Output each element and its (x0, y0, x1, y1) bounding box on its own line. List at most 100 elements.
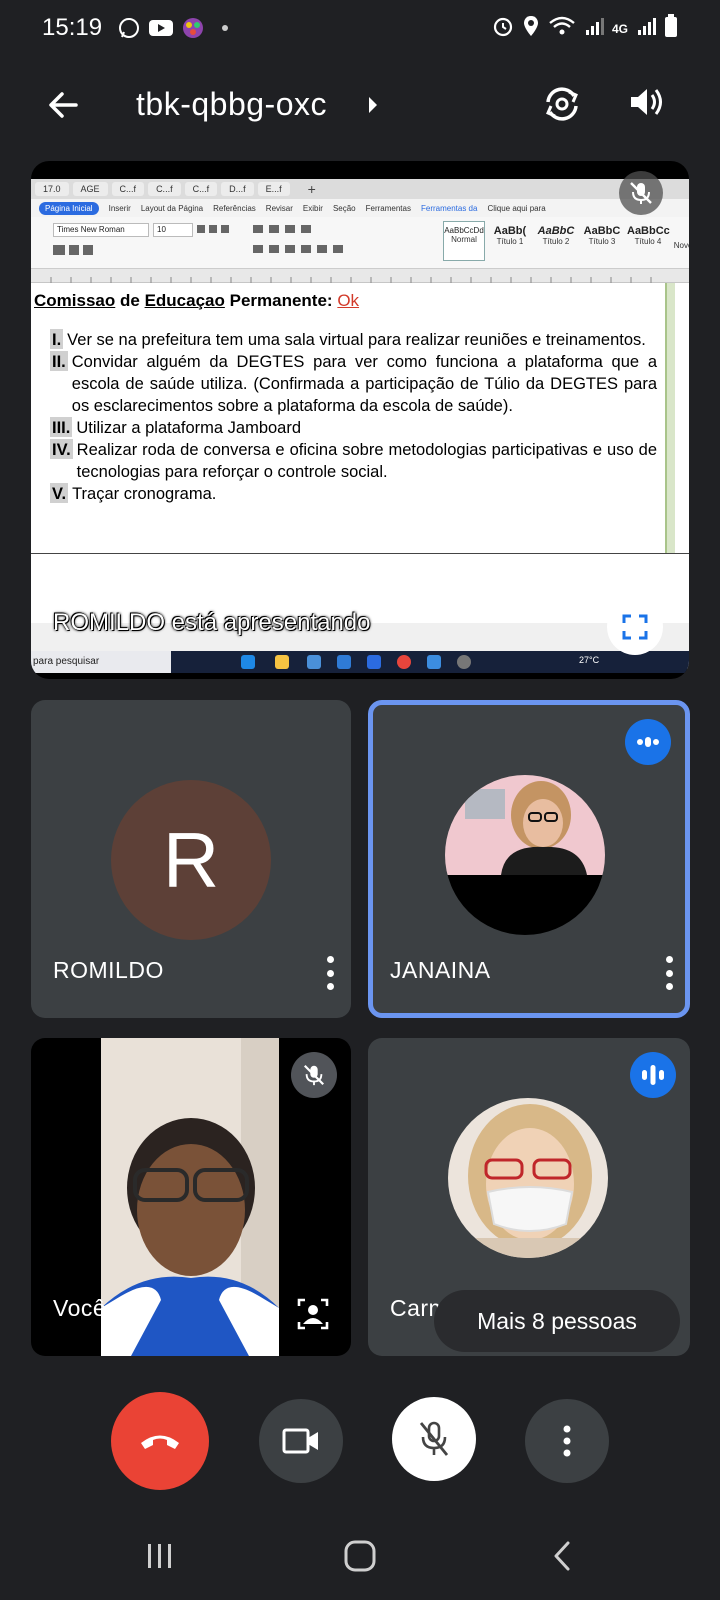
ribbon-tab: Exibir (302, 203, 323, 213)
participant-tile-self[interactable]: Você (31, 1038, 351, 1356)
home-button[interactable] (330, 1528, 390, 1584)
ribbon-tools: Times New Roman 10 AaBbCcDd Normal AaBb(T… (31, 217, 689, 269)
avatar: R (111, 780, 271, 940)
ribbon-tab: Inserir (108, 203, 131, 213)
switch-camera-icon (546, 87, 578, 121)
document-tabs: 17.0 AGE C...f C...f C...f D...f E...f + (31, 179, 689, 199)
chrome-icon (397, 655, 411, 669)
style-item: AaBbC Título 2 (537, 225, 575, 246)
doc-tab: 17.0 (35, 182, 69, 196)
whatsapp-icon (116, 15, 142, 41)
mic-off-icon (419, 1421, 449, 1456)
location-icon (522, 15, 540, 42)
ribbon-menu: Página Inicial Inserir Layout da Página … (31, 199, 689, 217)
status-right-icons: 4G (492, 14, 678, 43)
notification-dot-icon (212, 15, 238, 41)
battery-icon (664, 14, 678, 43)
fullscreen-button[interactable] (607, 599, 663, 655)
mic-off-icon (303, 1064, 325, 1086)
chevron-left-icon (554, 1541, 570, 1571)
hang-up-icon (141, 1435, 179, 1449)
list-item: V. Traçar cronograma. (50, 483, 217, 503)
back-button[interactable] (40, 82, 86, 128)
presenting-label: ROMILDO está apresentando (53, 609, 371, 636)
camera-toggle-button[interactable] (259, 1399, 343, 1483)
self-video (101, 1038, 279, 1356)
presenter-mute-indicator (619, 171, 663, 215)
list-item: I. Ver se na prefeitura tem uma sala virt… (50, 329, 646, 349)
photos-icon (427, 655, 441, 669)
audio-level-icon (642, 1065, 664, 1085)
switch-camera-button[interactable] (540, 82, 588, 130)
ribbon-search: Clique aqui para (487, 203, 546, 213)
more-vert-icon[interactable] (323, 956, 337, 990)
fullscreen-icon (622, 614, 648, 640)
more-vert-icon (563, 1425, 571, 1457)
arrow-left-icon (49, 92, 78, 118)
more-options-button[interactable] (525, 1399, 609, 1483)
store-icon (307, 655, 321, 669)
ribbon-tab: Ferramentas da (420, 203, 478, 213)
chevron-right-icon[interactable] (366, 94, 386, 118)
recent-apps-button[interactable] (130, 1528, 190, 1584)
participant-tile-romildo[interactable]: R ROMILDO (31, 700, 351, 1018)
end-call-button[interactable] (111, 1392, 209, 1490)
ruler (31, 269, 689, 283)
edge-icon (241, 655, 255, 669)
avatar (448, 1098, 608, 1258)
mic-toggle-button[interactable] (392, 1397, 476, 1481)
top-bar: tbk-qbbg-oxc (0, 70, 720, 140)
participant-tile-janaina[interactable]: JANAINA (368, 700, 690, 1018)
doc-tab: D...f (221, 182, 254, 196)
wifi-icon (548, 15, 576, 42)
ribbon-tab: Seção (332, 203, 356, 213)
status-time: 15:19 (42, 14, 103, 41)
audio-level-icon (637, 737, 659, 747)
plus-icon: + (307, 181, 316, 197)
doc-tab: C...f (111, 182, 145, 196)
ribbon-tab: Página Inicial (39, 201, 99, 215)
doc-heading: Comissao de Educaçao Permanente: Ok (34, 291, 360, 310)
word-icon (367, 655, 381, 669)
effects-button[interactable] (291, 1292, 335, 1336)
temperature: 27°C (579, 655, 600, 665)
speaking-indicator (625, 719, 671, 765)
participant-name: ROMILDO (53, 957, 164, 983)
mail-icon (337, 655, 351, 669)
videocam-icon (282, 1428, 318, 1454)
list-item: III. Utilizar a plataforma Jamboard (50, 417, 302, 437)
doc-list: I. Ver se na prefeitura tem uma sala virt… (34, 329, 657, 505)
signal-icon (584, 16, 604, 41)
self-mute-indicator (291, 1052, 337, 1098)
mic-off-icon (630, 182, 652, 204)
ribbon-tab: Referências (213, 203, 256, 213)
meeting-code[interactable]: tbk-qbbg-oxc (136, 86, 327, 123)
more-vert-icon[interactable] (662, 956, 676, 990)
ribbon-tool-icons (53, 225, 343, 255)
list-item: II. Convidar alguém da DEGTES para ver co… (50, 351, 657, 415)
style-item: ANovo Estilo (673, 225, 689, 250)
doc-tab: C...f (148, 182, 181, 196)
participant-name: Você (53, 1295, 107, 1321)
app-icon (457, 655, 471, 669)
avatar (445, 775, 605, 935)
page-margin-bar (665, 283, 675, 553)
ribbon-tab: Ferramentas (365, 203, 411, 213)
signal-icon-2 (636, 16, 656, 41)
call-controls (0, 1392, 720, 1492)
style-item: AaBb(Título 1 (493, 225, 527, 246)
style-item: AaBbC Título 3 (583, 225, 621, 246)
ribbon-tab: Revisar (265, 203, 293, 213)
more-people-button[interactable]: Mais 8 pessoas (434, 1290, 680, 1352)
recents-icon (148, 1544, 171, 1568)
network-type-label: 4G (611, 21, 628, 36)
taskbar-search: para pesquisar (31, 651, 171, 673)
participant-name: JANAINA (390, 957, 491, 983)
styles-gallery: AaBbCcDd Normal AaBb(Título 1 AaBbC Título… (443, 221, 689, 261)
presentation-tile[interactable]: 17.0 AGE C...f C...f C...f D...f E...f +… (31, 161, 689, 679)
audio-output-button[interactable] (626, 82, 674, 130)
ribbon-tab: Layout da Página (140, 203, 204, 213)
back-nav-button[interactable] (532, 1528, 592, 1584)
folder-icon (275, 655, 289, 669)
speaker-icon (631, 89, 662, 115)
